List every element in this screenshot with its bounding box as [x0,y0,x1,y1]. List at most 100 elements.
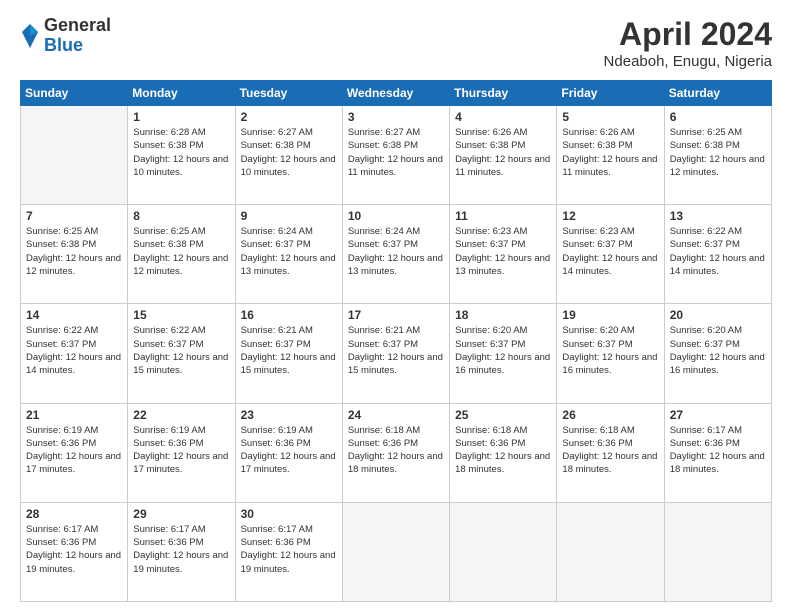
day-info: Sunrise: 6:25 AMSunset: 6:38 PMDaylight:… [133,225,229,278]
day-info: Sunrise: 6:28 AMSunset: 6:38 PMDaylight:… [133,126,229,179]
day-number: 16 [241,308,337,322]
day-info: Sunrise: 6:21 AMSunset: 6:37 PMDaylight:… [348,324,444,377]
day-number: 12 [562,209,658,223]
day-info: Sunrise: 6:24 AMSunset: 6:37 PMDaylight:… [241,225,337,278]
calendar-cell [664,502,771,601]
calendar-week-row: 14 Sunrise: 6:22 AMSunset: 6:37 PMDayligh… [21,304,772,403]
calendar-cell: 13 Sunrise: 6:22 AMSunset: 6:37 PMDayligh… [664,205,771,304]
day-info: Sunrise: 6:26 AMSunset: 6:38 PMDaylight:… [562,126,658,179]
day-info: Sunrise: 6:18 AMSunset: 6:36 PMDaylight:… [562,424,658,477]
logo-icon [20,22,40,50]
day-number: 7 [26,209,122,223]
day-number: 17 [348,308,444,322]
day-info: Sunrise: 6:23 AMSunset: 6:37 PMDaylight:… [562,225,658,278]
calendar-cell: 16 Sunrise: 6:21 AMSunset: 6:37 PMDayligh… [235,304,342,403]
day-info: Sunrise: 6:20 AMSunset: 6:37 PMDaylight:… [562,324,658,377]
day-number: 3 [348,110,444,124]
day-info: Sunrise: 6:24 AMSunset: 6:37 PMDaylight:… [348,225,444,278]
day-info: Sunrise: 6:25 AMSunset: 6:38 PMDaylight:… [26,225,122,278]
day-number: 30 [241,507,337,521]
calendar-cell: 15Sunrise: 6:22 AMSunset: 6:37 PMDayligh… [128,304,235,403]
calendar-week-row: 1Sunrise: 6:28 AMSunset: 6:38 PMDaylight… [21,106,772,205]
day-info: Sunrise: 6:21 AMSunset: 6:37 PMDaylight:… [241,324,337,377]
day-number: 14 [26,308,122,322]
day-info: Sunrise: 6:22 AMSunset: 6:37 PMDaylight:… [670,225,766,278]
day-number: 13 [670,209,766,223]
day-info: Sunrise: 6:17 AMSunset: 6:36 PMDaylight:… [133,523,229,576]
month-title: April 2024 [604,16,772,53]
calendar-cell [557,502,664,601]
page: General Blue April 2024 Ndeaboh, Enugu, … [0,0,792,612]
calendar-cell: 3 Sunrise: 6:27 AMSunset: 6:38 PMDaylight… [342,106,449,205]
day-info: Sunrise: 6:19 AMSunset: 6:36 PMDaylight:… [133,424,229,477]
title-area: April 2024 Ndeaboh, Enugu, Nigeria [604,16,772,70]
calendar-cell: 1Sunrise: 6:28 AMSunset: 6:38 PMDaylight… [128,106,235,205]
day-number: 23 [241,408,337,422]
calendar-header-sunday: Sunday [21,81,128,106]
day-info: Sunrise: 6:27 AMSunset: 6:38 PMDaylight:… [348,126,444,179]
day-number: 26 [562,408,658,422]
calendar-cell: 30 Sunrise: 6:17 AMSunset: 6:36 PMDayligh… [235,502,342,601]
day-info: Sunrise: 6:26 AMSunset: 6:38 PMDaylight:… [455,126,551,179]
day-number: 19 [562,308,658,322]
day-info: Sunrise: 6:20 AMSunset: 6:37 PMDaylight:… [670,324,766,377]
calendar-cell: 24 Sunrise: 6:18 AMSunset: 6:36 PMDayligh… [342,403,449,502]
calendar-cell: 26 Sunrise: 6:18 AMSunset: 6:36 PMDayligh… [557,403,664,502]
calendar-header-row: SundayMondayTuesdayWednesdayThursdayFrid… [21,81,772,106]
logo: General Blue [20,16,111,56]
day-info: Sunrise: 6:18 AMSunset: 6:36 PMDaylight:… [348,424,444,477]
day-info: Sunrise: 6:20 AMSunset: 6:37 PMDaylight:… [455,324,551,377]
calendar-cell: 12 Sunrise: 6:23 AMSunset: 6:37 PMDayligh… [557,205,664,304]
calendar-cell: 25 Sunrise: 6:18 AMSunset: 6:36 PMDayligh… [450,403,557,502]
header: General Blue April 2024 Ndeaboh, Enugu, … [20,16,772,70]
day-number: 10 [348,209,444,223]
calendar-header-tuesday: Tuesday [235,81,342,106]
calendar-week-row: 28 Sunrise: 6:17 AMSunset: 6:36 PMDayligh… [21,502,772,601]
day-info: Sunrise: 6:17 AMSunset: 6:36 PMDaylight:… [670,424,766,477]
calendar-header-friday: Friday [557,81,664,106]
calendar-cell: 21Sunrise: 6:19 AMSunset: 6:36 PMDayligh… [21,403,128,502]
day-number: 28 [26,507,122,521]
day-info: Sunrise: 6:23 AMSunset: 6:37 PMDaylight:… [455,225,551,278]
day-number: 18 [455,308,551,322]
day-info: Sunrise: 6:17 AMSunset: 6:36 PMDaylight:… [241,523,337,576]
calendar-cell [342,502,449,601]
day-number: 9 [241,209,337,223]
calendar-cell: 6Sunrise: 6:25 AMSunset: 6:38 PMDaylight… [664,106,771,205]
calendar-cell: 19 Sunrise: 6:20 AMSunset: 6:37 PMDayligh… [557,304,664,403]
calendar-cell: 17 Sunrise: 6:21 AMSunset: 6:37 PMDayligh… [342,304,449,403]
day-info: Sunrise: 6:25 AMSunset: 6:38 PMDaylight:… [670,126,766,179]
calendar-week-row: 21 Sunrise: 6:19 AMSunset: 6:36 PMDayligh… [21,403,772,502]
logo-text: General Blue [44,16,111,56]
calendar-cell: 9 Sunrise: 6:24 AMSunset: 6:37 PMDaylight… [235,205,342,304]
logo-blue: Blue [44,36,111,56]
day-number: 8 [133,209,229,223]
day-number: 21 [26,408,122,422]
calendar-cell: 10 Sunrise: 6:24 AMSunset: 6:37 PMDayligh… [342,205,449,304]
calendar-week-row: 7 Sunrise: 6:25 AMSunset: 6:38 PMDaylight… [21,205,772,304]
day-number: 5 [562,110,658,124]
day-info: Sunrise: 6:19 AMSunset: 6:36 PMDaylight:… [241,424,337,477]
day-number: 25 [455,408,551,422]
calendar-header-thursday: Thursday [450,81,557,106]
calendar-header-monday: Monday [128,81,235,106]
day-number: 24 [348,408,444,422]
calendar-cell: 7 Sunrise: 6:25 AMSunset: 6:38 PMDaylight… [21,205,128,304]
day-number: 4 [455,110,551,124]
calendar-cell: 29Sunrise: 6:17 AMSunset: 6:36 PMDayligh… [128,502,235,601]
calendar-cell: 14 Sunrise: 6:22 AMSunset: 6:37 PMDayligh… [21,304,128,403]
calendar-table: SundayMondayTuesdayWednesdayThursdayFrid… [20,80,772,602]
day-info: Sunrise: 6:22 AMSunset: 6:37 PMDaylight:… [26,324,122,377]
calendar-cell: 4 Sunrise: 6:26 AMSunset: 6:38 PMDaylight… [450,106,557,205]
day-info: Sunrise: 6:22 AMSunset: 6:37 PMDaylight:… [133,324,229,377]
calendar-cell [21,106,128,205]
day-number: 27 [670,408,766,422]
calendar-cell: 23 Sunrise: 6:19 AMSunset: 6:36 PMDayligh… [235,403,342,502]
day-info: Sunrise: 6:17 AMSunset: 6:36 PMDaylight:… [26,523,122,576]
day-info: Sunrise: 6:27 AMSunset: 6:38 PMDaylight:… [241,126,337,179]
calendar-cell [450,502,557,601]
day-info: Sunrise: 6:18 AMSunset: 6:36 PMDaylight:… [455,424,551,477]
calendar-cell: 22 Sunrise: 6:19 AMSunset: 6:36 PMDayligh… [128,403,235,502]
calendar-cell: 11Sunrise: 6:23 AMSunset: 6:37 PMDayligh… [450,205,557,304]
day-number: 22 [133,408,229,422]
